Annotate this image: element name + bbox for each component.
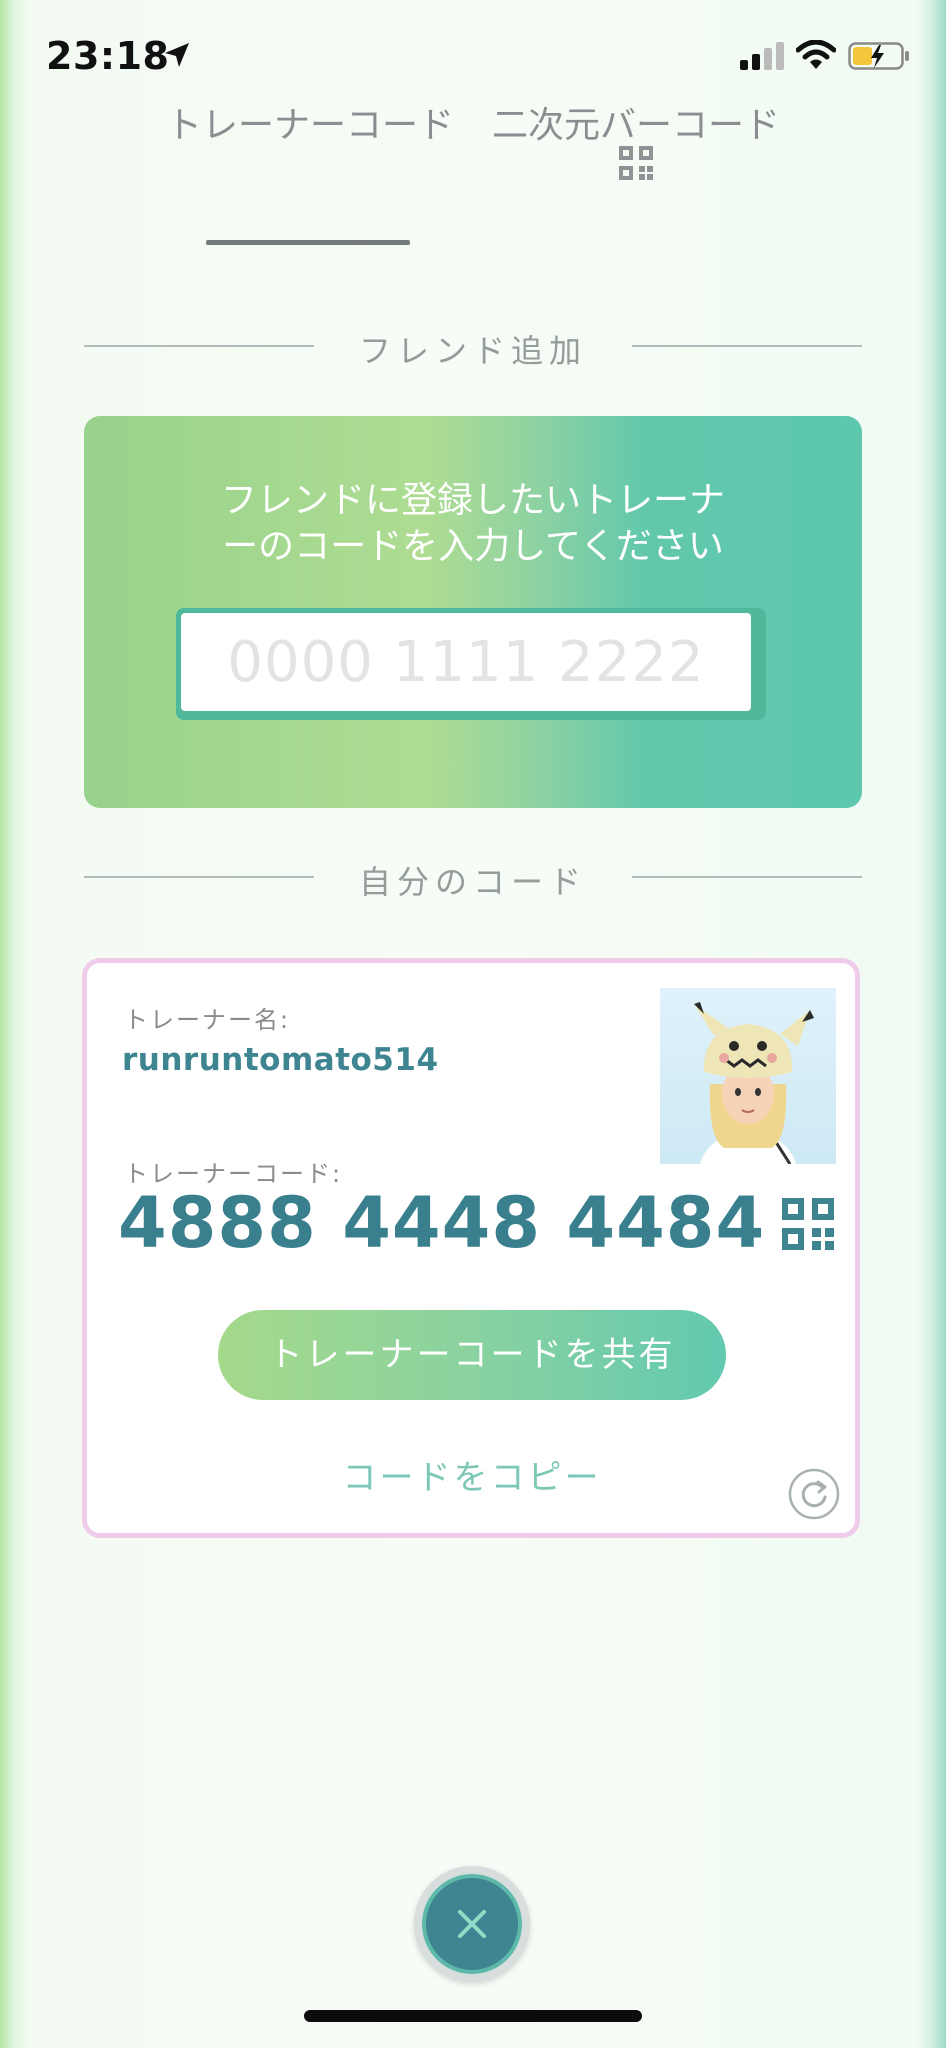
close-button-face[interactable] bbox=[422, 1874, 522, 1974]
qr-code-icon[interactable] bbox=[619, 146, 653, 180]
tab-qr-code[interactable]: 二次元バーコード bbox=[492, 96, 780, 148]
close-button[interactable] bbox=[414, 1866, 530, 1982]
add-friend-instruction: フレンドに登録したいトレーナ ーのコードを入力してください bbox=[220, 480, 725, 567]
location-arrow-icon bbox=[165, 43, 189, 67]
friend-code-input[interactable] bbox=[181, 613, 751, 711]
trainer-name-label: トレーナー名: bbox=[124, 1006, 291, 1034]
friend-code-input-frame bbox=[176, 608, 766, 720]
section-divider bbox=[632, 876, 862, 878]
share-trainer-code-button[interactable]: トレーナーコードを共有 bbox=[218, 1310, 726, 1400]
trainer-name: runruntomato514 bbox=[122, 1042, 439, 1078]
add-friend-section-title: フレンド追加 bbox=[358, 332, 587, 370]
section-divider bbox=[632, 345, 862, 347]
tab-trainer-code[interactable]: トレーナーコード bbox=[166, 96, 454, 148]
trainer-avatar bbox=[660, 988, 836, 1164]
my-code-section-title: 自分のコード bbox=[358, 863, 587, 901]
refresh-icon[interactable] bbox=[788, 1468, 840, 1520]
copy-code-button[interactable]: コードをコピー bbox=[218, 1450, 726, 1499]
active-tab-indicator bbox=[206, 240, 410, 245]
battery-charging-icon bbox=[848, 42, 909, 70]
section-divider bbox=[84, 876, 314, 878]
section-divider bbox=[84, 345, 314, 347]
wifi-icon bbox=[796, 40, 836, 69]
close-icon bbox=[458, 1910, 486, 1938]
status-time: 23:18 bbox=[46, 34, 170, 78]
signal-icon bbox=[740, 42, 784, 70]
qr-code-icon[interactable] bbox=[782, 1198, 834, 1250]
home-indicator bbox=[304, 2010, 642, 2022]
trainer-code-value: 4888 4448 4484 bbox=[118, 1182, 766, 1264]
